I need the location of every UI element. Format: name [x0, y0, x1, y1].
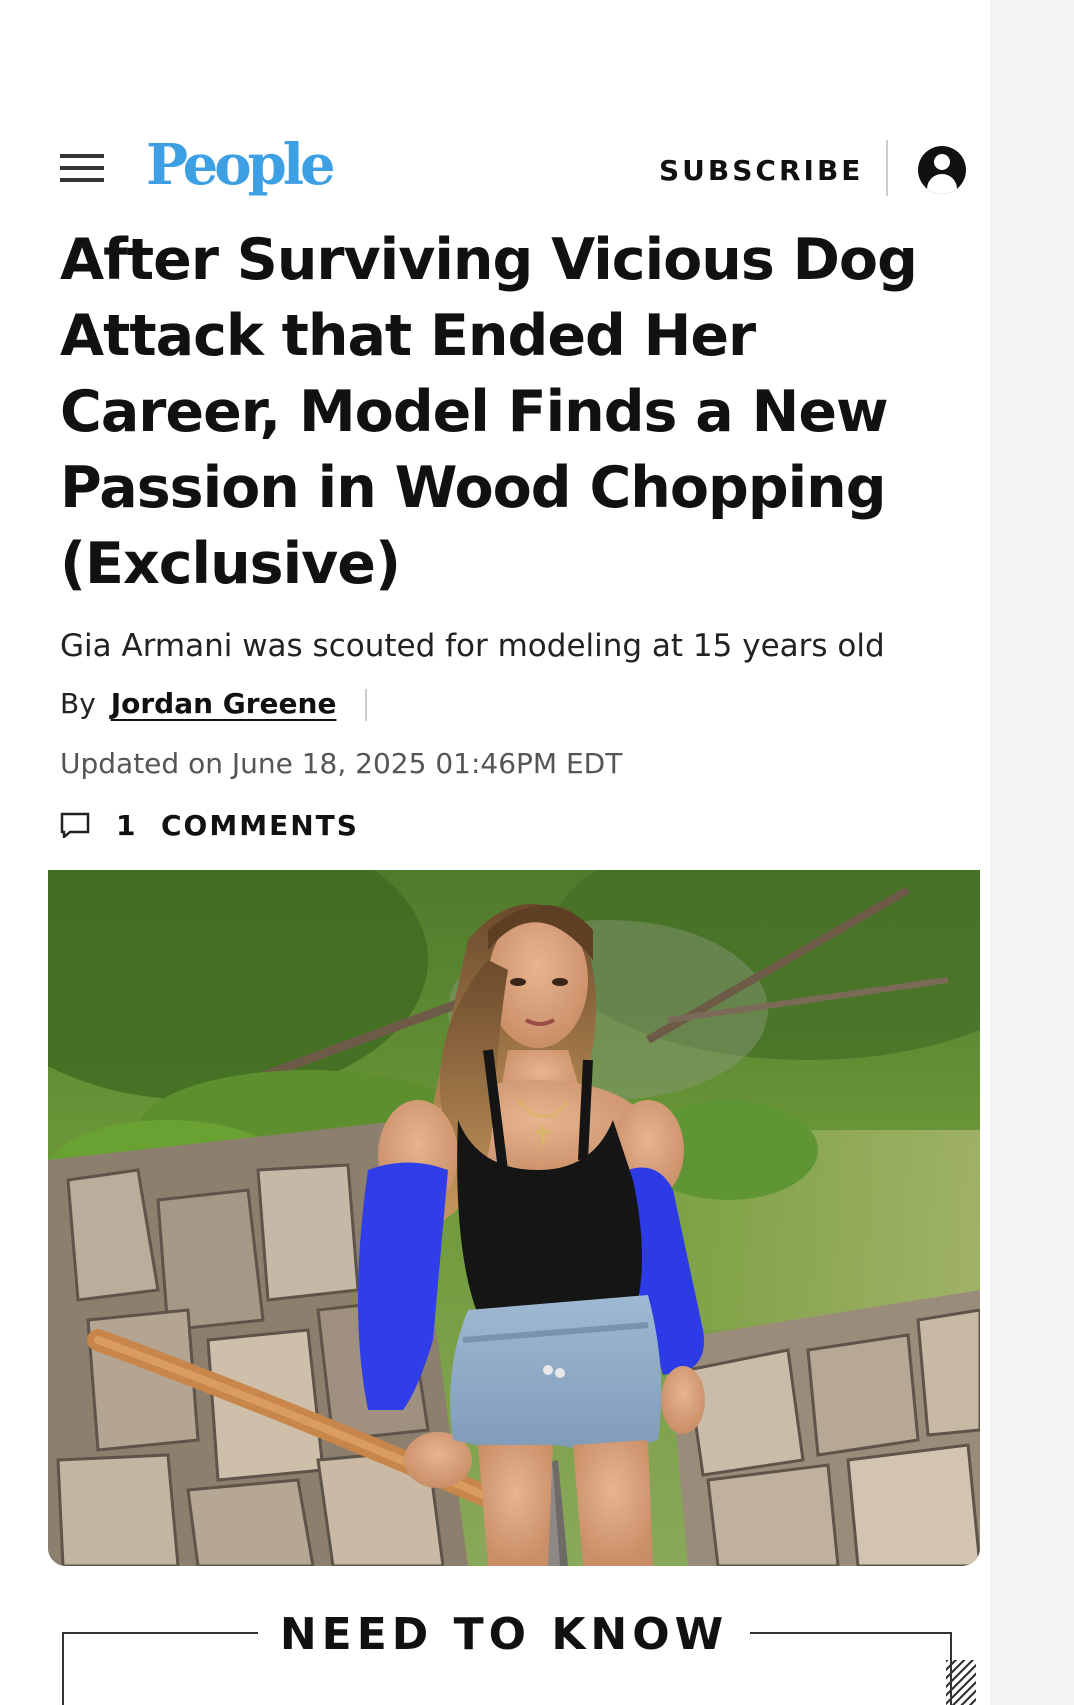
header-divider [886, 140, 888, 196]
article-subheadline: Gia Armani was scouted for modeling at 1… [60, 628, 885, 664]
byline-divider [365, 689, 368, 721]
author-link[interactable]: Jordan Greene [111, 687, 337, 720]
site-header: People SUBSCRIBE [0, 130, 990, 210]
corner-hatch-decoration [946, 1660, 976, 1705]
headline-line: Passion in Wood Chopping [60, 455, 887, 521]
comment-icon [60, 812, 90, 838]
hamburger-menu-icon[interactable] [60, 154, 104, 184]
byline: By Jordan Greene [60, 684, 368, 724]
account-icon[interactable] [918, 146, 966, 194]
need-to-know-title: NEED TO KNOW [257, 1610, 751, 1660]
hero-photo [48, 870, 980, 1566]
site-logo[interactable]: People [146, 132, 336, 198]
updated-timestamp: Updated on June 18, 2025 01:46PM EDT [60, 747, 623, 780]
headline-line: Attack that Ended Her [60, 303, 756, 369]
byline-prefix: By [60, 687, 96, 720]
article-headline: After Surviving Vicious Dog Attack that … [60, 222, 965, 602]
subscribe-button[interactable]: SUBSCRIBE [659, 154, 863, 187]
headline-line: After Surviving Vicious Dog [60, 227, 918, 293]
article-page: People SUBSCRIBE After Surviving Vicious… [0, 0, 1074, 1705]
headline-line: Career, Model Finds a New [60, 379, 889, 445]
comments-count: 1 [116, 809, 138, 842]
hero-image [48, 870, 980, 1566]
comments-label: COMMENTS [160, 809, 359, 842]
right-gutter [990, 0, 1074, 1705]
headline-line: (Exclusive) [60, 531, 401, 597]
